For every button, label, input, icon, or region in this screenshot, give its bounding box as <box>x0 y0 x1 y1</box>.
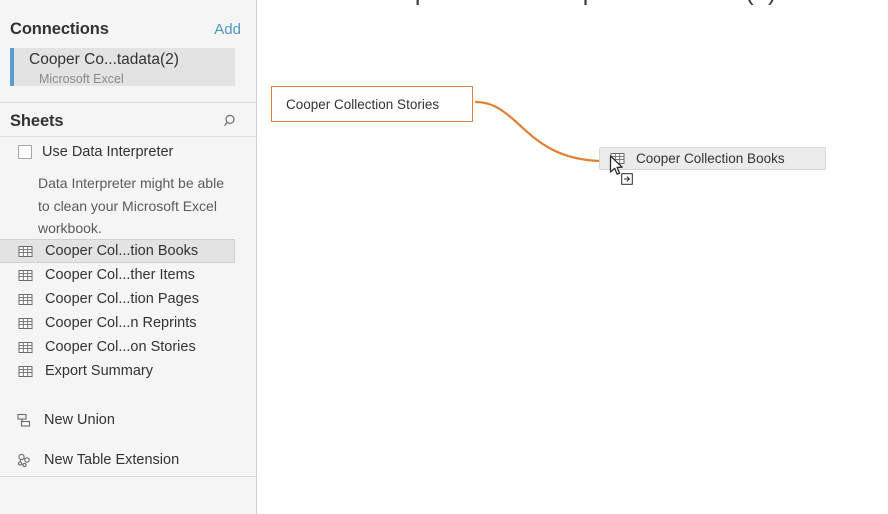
connection-item[interactable]: Cooper Co...tadata(2) Microsoft Excel <box>10 48 235 86</box>
sheet-list-item-label: Cooper Col...ther Items <box>45 267 195 283</box>
drag-ghost-table: Cooper Collection Books <box>599 147 826 170</box>
table-extension-icon <box>16 452 33 469</box>
connections-title: Connections <box>10 20 109 39</box>
table-icon <box>18 268 33 283</box>
table-icon <box>18 316 33 331</box>
sheet-list-item[interactable]: Cooper Col...ther Items <box>0 263 257 287</box>
sheets-title: Sheets <box>10 112 64 131</box>
table-icon <box>18 244 33 259</box>
union-icon <box>16 412 33 429</box>
connection-name: Cooper Co...tadata(2) <box>29 51 179 69</box>
sheet-list-item-label: Cooper Col...tion Books <box>45 243 198 259</box>
data-interpreter-hint: Data Interpreter might be able to clean … <box>38 172 228 240</box>
table-icon <box>610 151 625 166</box>
sheet-list-item-label: Cooper Col...n Reprints <box>45 315 197 331</box>
sheet-list-item[interactable]: Cooper Col...on Stories <box>0 335 257 359</box>
new-union-row[interactable]: New Union <box>0 400 257 440</box>
new-table-extension-row[interactable]: New Table Extension <box>0 440 257 480</box>
sheet-extras-list: New Union New Table Extension <box>0 400 257 480</box>
sheet-list-item[interactable]: Export Summary <box>0 359 257 383</box>
datasource-title: Cooper Comics Reprint Metadata(2) <box>257 0 888 7</box>
table-icon <box>18 292 33 307</box>
sidebar-divider-sheets <box>0 136 257 137</box>
connection-type: Microsoft Excel <box>39 72 124 86</box>
sidebar-divider-connections <box>0 102 257 103</box>
use-data-interpreter-label: Use Data Interpreter <box>42 144 173 160</box>
logical-table-node-stories[interactable]: Cooper Collection Stories <box>271 86 473 122</box>
connections-header: Connections Add <box>0 14 257 44</box>
add-connection-link[interactable]: Add <box>214 21 241 38</box>
table-icon <box>18 364 33 379</box>
drag-ghost-label: Cooper Collection Books <box>636 151 785 166</box>
use-data-interpreter-row[interactable]: Use Data Interpreter <box>18 144 173 160</box>
connection-selected-accent-bar <box>10 48 14 86</box>
sheet-list-item[interactable]: Cooper Col...n Reprints <box>0 311 257 335</box>
drop-allowed-icon <box>621 173 633 185</box>
sheet-list-item-label: Export Summary <box>45 363 153 379</box>
sidebar-divider-bottom <box>0 476 257 477</box>
use-data-interpreter-checkbox[interactable] <box>18 145 32 159</box>
sheet-list-item[interactable]: Cooper Col...tion Books <box>0 239 235 263</box>
new-union-label: New Union <box>44 412 115 428</box>
sheet-list-item-label: Cooper Col...on Stories <box>45 339 196 355</box>
search-icon[interactable] <box>223 113 239 129</box>
logical-table-node-label: Cooper Collection Stories <box>286 97 439 112</box>
table-icon <box>18 340 33 355</box>
left-sidebar: Connections Add Cooper Co...tadata(2) Mi… <box>0 0 257 514</box>
sheets-header: Sheets <box>0 106 257 136</box>
relationship-canvas[interactable]: Cooper Comics Reprint Metadata(2) Cooper… <box>257 0 888 514</box>
relationship-line <box>257 0 888 514</box>
tableau-datasource-page: Connections Add Cooper Co...tadata(2) Mi… <box>0 0 888 514</box>
new-table-extension-label: New Table Extension <box>44 452 179 468</box>
sheet-list: Cooper Col...tion Books Cooper Col...the… <box>0 239 257 383</box>
sheet-list-item[interactable]: Cooper Col...tion Pages <box>0 287 257 311</box>
sheet-list-item-label: Cooper Col...tion Pages <box>45 291 199 307</box>
